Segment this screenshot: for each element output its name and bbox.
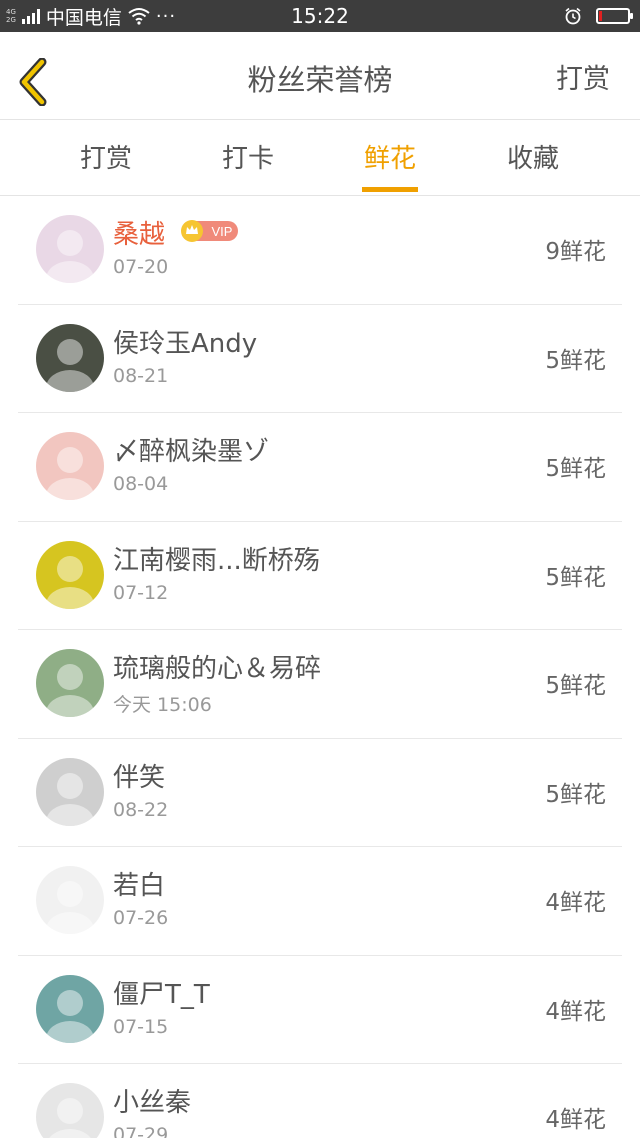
flower-count: 5鲜花: [545, 673, 606, 699]
fan-list: 桑越 VIP 07-20 9鲜花 侯玲玉Andy 08-21 5鲜花 〆醉枫染墨…: [0, 196, 640, 1138]
avatar[interactable]: [36, 866, 104, 934]
date: 08-22: [113, 798, 169, 821]
user-name: 桑越: [113, 220, 166, 250]
tab-label: 打赏: [79, 144, 132, 174]
flower-count: 4鲜花: [545, 1107, 606, 1133]
date: 08-21: [113, 364, 169, 387]
default-avatar-icon: [49, 1098, 91, 1138]
avatar[interactable]: [36, 323, 104, 392]
user-name: 江南樱雨...断桥殇: [113, 545, 320, 576]
clown-photo-icon: [46, 772, 94, 826]
user-name: 僵尸T_T: [113, 979, 210, 1010]
date: 07-12: [113, 581, 169, 604]
flower-count: 4鲜花: [545, 998, 606, 1025]
tab-bar: 打赏 打卡 鲜花 收藏: [0, 121, 640, 196]
clock: 15:22: [291, 4, 349, 28]
flower-count: 4鲜花: [545, 890, 606, 916]
avatar[interactable]: [36, 215, 104, 283]
list-item[interactable]: 琉璃般的心＆易碎 今天 15:06 5鲜花: [18, 630, 622, 739]
user-name: 若白: [113, 871, 166, 901]
girl-photo-icon: [46, 230, 94, 283]
user-name: 侯玲玉Andy: [113, 328, 258, 359]
battery-level: [599, 11, 602, 21]
user-name: 伴笑: [113, 762, 166, 793]
list-item[interactable]: 伴笑 08-22 5鲜花: [18, 739, 622, 847]
list-item[interactable]: 僵尸T_T 07-15 4鲜花: [18, 956, 622, 1064]
date: 08-04: [113, 473, 169, 495]
tab-reward[interactable]: 打赏: [56, 121, 156, 196]
flower-count: 9鲜花: [545, 239, 606, 265]
list-item[interactable]: 〆醉枫染墨ゾ 08-04 5鲜花: [18, 413, 622, 522]
date: 07-29: [113, 1124, 169, 1138]
white-dog-photo-icon: [46, 555, 94, 609]
list-item[interactable]: 桑越 VIP 07-20 9鲜花: [18, 196, 622, 305]
date: 今天 15:06: [113, 694, 212, 716]
avatar[interactable]: [36, 974, 104, 1043]
tab-label: 收藏: [506, 144, 559, 174]
gorilla-photo-icon: [46, 338, 94, 392]
child-photo-icon: [46, 447, 94, 500]
user-name: 琉璃般的心＆易碎: [113, 654, 322, 684]
flower-count: 5鲜花: [545, 564, 606, 591]
battery-icon: [596, 8, 633, 24]
date: 07-20: [113, 256, 169, 278]
reward-button[interactable]: 打赏: [556, 32, 610, 120]
user-name: 小丝秦: [113, 1088, 192, 1118]
date: 07-15: [113, 1015, 169, 1038]
list-item[interactable]: 小丝秦 07-29 4鲜花: [18, 1064, 622, 1138]
page-title: 粉丝荣誉榜: [247, 63, 393, 97]
flower-count: 5鲜花: [545, 347, 606, 374]
avatar[interactable]: [36, 757, 104, 826]
alarm-icon: [565, 7, 581, 25]
flower-count: 5鲜花: [545, 456, 606, 482]
status-right: [564, 0, 633, 32]
tab-indicator: [362, 187, 418, 192]
vip-badge: VIP: [181, 220, 238, 242]
avatar[interactable]: [36, 649, 104, 717]
tab-favorites[interactable]: 收藏: [483, 121, 583, 196]
list-item[interactable]: 侯玲玉Andy 08-21 5鲜花: [18, 305, 622, 413]
flowers-photo-icon: [46, 664, 94, 717]
cartoon-boy-photo-icon: [46, 881, 94, 934]
date: 07-26: [113, 907, 169, 929]
user-name: 〆醉枫染墨ゾ: [113, 437, 270, 467]
nav-header: 粉丝荣誉榜 打赏: [0, 32, 640, 120]
list-item[interactable]: 江南樱雨...断桥殇 07-12 5鲜花: [18, 522, 622, 630]
list-item[interactable]: 若白 07-26 4鲜花: [18, 847, 622, 956]
avatar[interactable]: [36, 540, 104, 609]
tab-label: 打卡: [221, 144, 274, 174]
tab-label: 鲜花: [363, 144, 416, 174]
avatar[interactable]: [36, 1083, 104, 1138]
vip-text: VIP: [212, 224, 233, 239]
avatar[interactable]: [36, 432, 104, 500]
flower-count: 5鲜花: [545, 781, 606, 808]
tab-checkin[interactable]: 打卡: [198, 121, 298, 196]
status-bar: 4G 2G 中国电信 ··· 15:22: [0, 0, 640, 32]
anime-photo-icon: [46, 989, 94, 1043]
tab-flowers[interactable]: 鲜花: [340, 121, 440, 196]
